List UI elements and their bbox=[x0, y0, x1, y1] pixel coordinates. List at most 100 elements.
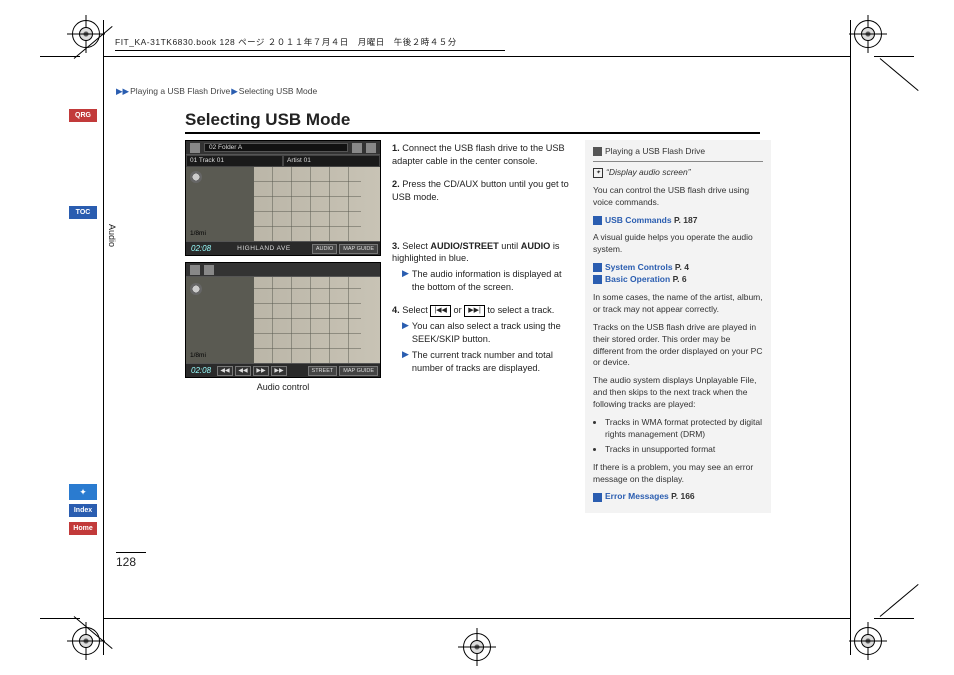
compass-icon bbox=[190, 171, 202, 183]
skip-back-btn: ◀◀ bbox=[217, 366, 233, 376]
step-2: 2. Press the CD/AUX button until you get… bbox=[392, 178, 572, 204]
map-view bbox=[186, 277, 380, 363]
reg-mark-icon bbox=[463, 633, 491, 661]
breadcrumb-sep-icon: ▶▶ bbox=[116, 86, 129, 96]
page-title: Selecting USB Mode bbox=[185, 110, 760, 134]
triangle-icon: ▶ bbox=[402, 320, 409, 346]
step-number: 4. bbox=[392, 305, 400, 315]
crop-line bbox=[103, 20, 104, 60]
skip-fwd-btn: ▶▶ bbox=[271, 366, 287, 376]
step-1: 1. Connect the USB flash drive to the US… bbox=[392, 142, 572, 168]
notes-sidebar: Playing a USB Flash Drive ✦“Display audi… bbox=[585, 140, 771, 513]
note-text: You can control the USB flash drive usin… bbox=[593, 185, 763, 209]
map-guide-btn: MAP GUIDE bbox=[339, 366, 378, 376]
instructions-column: 1. Connect the USB flash drive to the US… bbox=[392, 142, 572, 384]
nav-screenshot-2: 1/8mi 02:08 ◀◀ ◀◀ ▶▶ ▶▶ STREET MAP GUIDE bbox=[185, 262, 381, 378]
next-track-key-icon: ▶▶| bbox=[464, 305, 485, 317]
link-basic-operation[interactable]: Basic Operation P. 6 bbox=[593, 274, 763, 286]
prev-track-key-icon: |◀◀ bbox=[430, 305, 451, 317]
link-system-controls[interactable]: System Controls P. 4 bbox=[593, 262, 763, 274]
list-item: Tracks in WMA format protected by digita… bbox=[605, 417, 763, 441]
tab-qrg[interactable]: QRG bbox=[69, 109, 97, 122]
step-sub: ▶You can also select a track using the S… bbox=[402, 320, 572, 346]
map-scale: 1/8mi bbox=[190, 230, 206, 237]
breadcrumb-part: Selecting USB Mode bbox=[239, 86, 317, 96]
forward-btn: ▶▶ bbox=[253, 366, 269, 376]
screenshot-column: 02 Folder A 01 Track 01 Artist 01 1/8mi … bbox=[185, 140, 381, 392]
step-text: Select |◀◀ or ▶▶| to select a track. bbox=[402, 305, 554, 315]
step-number: 2. bbox=[392, 179, 400, 189]
map-scale: 1/8mi bbox=[190, 352, 206, 359]
crop-line bbox=[874, 618, 914, 619]
artist-cell: Artist 01 bbox=[283, 155, 380, 167]
note-text: The audio system displays Unplayable Fil… bbox=[593, 375, 763, 411]
step-sub: ▶The audio information is displayed at t… bbox=[402, 268, 572, 294]
gps-icon bbox=[204, 265, 214, 275]
step-4: 4. Select |◀◀ or ▶▶| to select a track. … bbox=[392, 304, 572, 374]
crop-diag bbox=[880, 584, 919, 617]
note-text: Tracks on the USB flash drive are played… bbox=[593, 322, 763, 370]
rewind-btn: ◀◀ bbox=[235, 366, 251, 376]
nav-screenshot-1: 02 Folder A 01 Track 01 Artist 01 1/8mi … bbox=[185, 140, 381, 256]
tab-index[interactable]: Index bbox=[69, 504, 97, 517]
tab-toc[interactable]: TOC bbox=[69, 206, 97, 219]
step-sub: ▶The current track number and total numb… bbox=[402, 349, 572, 375]
crop-diag bbox=[880, 58, 919, 91]
section-label: Audio bbox=[107, 224, 117, 247]
street-btn: STREET bbox=[308, 366, 338, 376]
folder-label: 02 Folder A bbox=[204, 143, 348, 152]
tab-home[interactable]: Home bbox=[69, 522, 97, 535]
crop-line bbox=[850, 615, 851, 655]
reg-mark-icon bbox=[854, 20, 882, 48]
down-icon bbox=[366, 143, 376, 153]
frame-border bbox=[850, 56, 851, 619]
doc-meta-header: FIT_KA-31TK6830.book 128 ページ ２０１１年７月４日 月… bbox=[115, 36, 505, 51]
step-number: 3. bbox=[392, 241, 400, 251]
frame-border bbox=[103, 618, 851, 619]
frame-border bbox=[103, 56, 851, 57]
note-icon bbox=[593, 147, 602, 156]
list-item: Tracks in unsupported format bbox=[605, 444, 763, 456]
crop-line bbox=[103, 615, 104, 655]
usb-icon bbox=[190, 143, 200, 153]
breadcrumb: ▶▶Playing a USB Flash Drive▶Selecting US… bbox=[115, 86, 317, 97]
step-3: 3. Select AUDIO/STREET until AUDIO is hi… bbox=[392, 240, 572, 295]
reg-mark-icon bbox=[72, 627, 100, 655]
audio-btn: AUDIO bbox=[312, 244, 337, 254]
reg-mark-icon bbox=[854, 627, 882, 655]
link-usb-commands[interactable]: USB Commands P. 187 bbox=[593, 215, 763, 227]
breadcrumb-part: Playing a USB Flash Drive bbox=[130, 86, 230, 96]
reg-mark-icon bbox=[72, 20, 100, 48]
link-icon bbox=[593, 263, 602, 272]
link-error-messages[interactable]: Error Messages P. 166 bbox=[593, 491, 763, 503]
note-text: If there is a problem, you may see an er… bbox=[593, 462, 763, 486]
map-view bbox=[186, 167, 380, 241]
tab-voice[interactable]: ✦ bbox=[69, 484, 97, 500]
step-text: Press the CD/AUX button until you get to… bbox=[392, 179, 569, 202]
clock: 02:08 bbox=[186, 366, 216, 375]
track-cell: 01 Track 01 bbox=[186, 155, 283, 167]
page-number: 128 bbox=[116, 552, 146, 569]
step-number: 1. bbox=[392, 143, 400, 153]
up-icon bbox=[352, 143, 362, 153]
voice-command-line: ✦“Display audio screen” bbox=[593, 167, 763, 179]
voice-icon: ✦ bbox=[593, 168, 603, 178]
map-guide-btn: MAP GUIDE bbox=[339, 244, 378, 254]
triangle-icon: ▶ bbox=[402, 268, 409, 294]
triangle-icon: ▶ bbox=[402, 349, 409, 375]
crop-line bbox=[40, 618, 80, 619]
usb-icon bbox=[190, 265, 200, 275]
link-icon bbox=[593, 216, 602, 225]
clock: 02:08 bbox=[186, 244, 216, 253]
step-text: Connect the USB flash drive to the USB a… bbox=[392, 143, 565, 166]
frame-border bbox=[103, 56, 104, 619]
notes-header: Playing a USB Flash Drive bbox=[593, 146, 763, 162]
crop-line bbox=[850, 20, 851, 60]
note-text: In some cases, the name of the artist, a… bbox=[593, 292, 763, 316]
crop-line bbox=[874, 56, 914, 57]
street-name: HIGHLAND AVE bbox=[216, 245, 312, 252]
link-icon bbox=[593, 275, 602, 284]
compass-icon bbox=[190, 283, 202, 295]
note-text: A visual guide helps you operate the aud… bbox=[593, 232, 763, 256]
step-text: Select AUDIO/STREET until AUDIO is highl… bbox=[392, 241, 560, 264]
